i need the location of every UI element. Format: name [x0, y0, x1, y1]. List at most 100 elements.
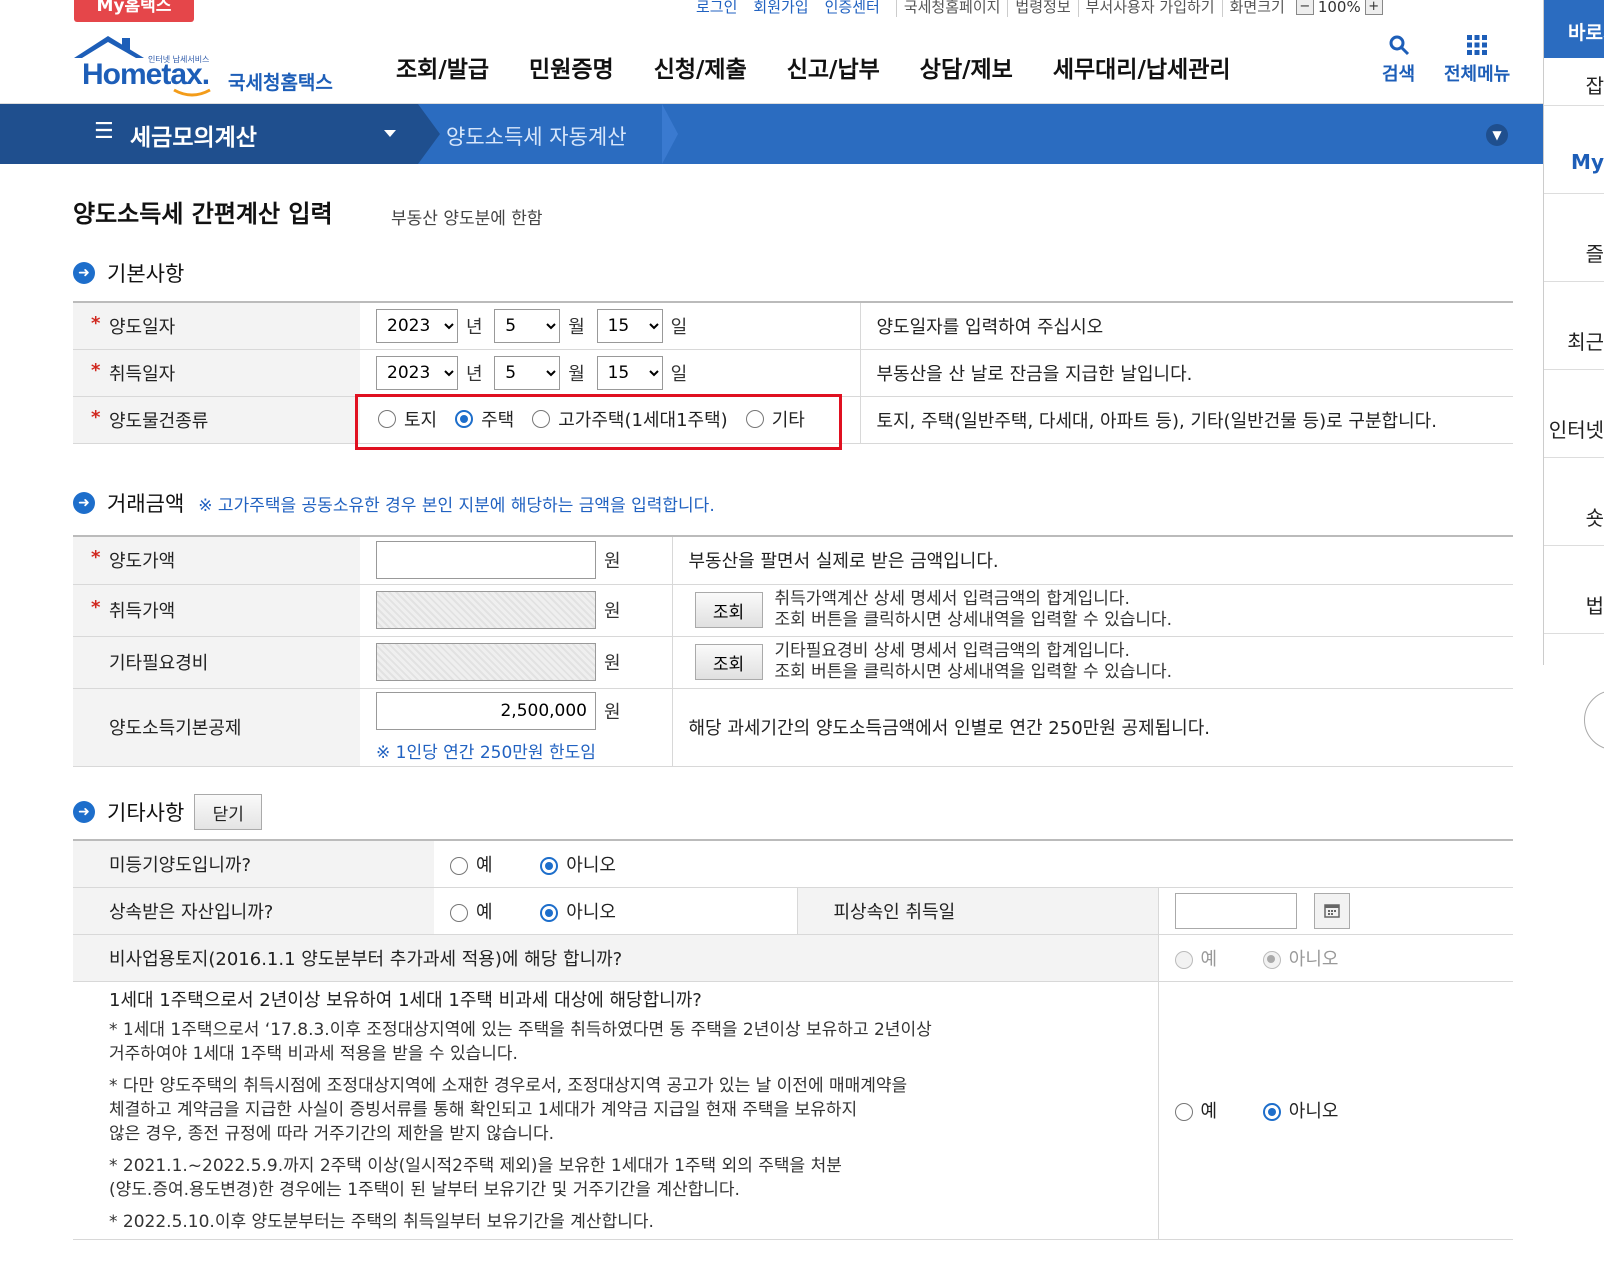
transfer-date-desc: 양도일자를 입력하여 주십시오 [860, 302, 1513, 350]
utility-bar: My홈택스 로그인 회원가입 인증센터 국세청홈페이지 법령정보 부서사용자 가… [0, 0, 1543, 22]
logo-korean-name: 국세청홈택스 [228, 72, 333, 94]
unregistered-yes-radio[interactable] [450, 856, 468, 875]
amount-table: * 양도가액 원 부동산을 팔면서 실제로 받은 금액입니다. * 취득가액 원 조… [73, 535, 1513, 767]
arrow-circle-icon: ➜ [73, 262, 95, 284]
breadcrumb-current[interactable]: 양도소득세 자동계산 [446, 121, 627, 151]
caret-down-icon [384, 130, 396, 137]
quick-link-item[interactable]: 즐 [1544, 194, 1604, 282]
other-expense-lookup-button[interactable]: 조회 [694, 644, 763, 680]
search-icon [1382, 34, 1415, 60]
acquire-date-row: * 취득일자 2023 년 5월 15 일 부동산을 산 날로 잔금을 지급한 날입니… [73, 349, 1513, 397]
close-section-button[interactable]: 닫기 [194, 794, 263, 830]
cert-center-link[interactable]: 인증센터 [825, 0, 880, 17]
inherited-no-radio[interactable] [540, 903, 559, 922]
quick-link-title: 바로가기 [1544, 0, 1604, 58]
acquire-date-desc: 부동산을 산 날로 잔금을 지급한 날입니다. [860, 349, 1513, 397]
amount-notice: ※ 고가주택을 공동소유한 경우 본인 지분에 해당하는 금액을 입력합니다. [198, 495, 715, 516]
gnb-report-pay[interactable]: 신고/납부 [787, 50, 880, 84]
chevron-down-icon[interactable]: ▼ [1486, 124, 1508, 146]
grid-menu-icon [1444, 34, 1510, 60]
acquire-price-input [376, 591, 596, 629]
hometax-logo[interactable]: 인터넷 납세서비스 Hometax. 국세청홈택스 [72, 32, 352, 97]
quick-link-item[interactable]: My [1544, 106, 1604, 194]
transfer-date-row: * 양도일자 2023 년 5월 15 일 양도일자를 입력하여 주십시오 [73, 302, 1513, 350]
page-title: 양도소득세 간편계산 입력 [73, 200, 333, 228]
signup-link[interactable]: 회원가입 [753, 0, 808, 17]
section-other-heading: ➜ 기타사항 닫기 [73, 794, 263, 830]
smile-accent-icon [173, 88, 211, 97]
quick-link-panel: 바로가기 잡 My 즐 최근 인터넷 숏 법 [1543, 0, 1604, 750]
basic-deduction-input[interactable] [376, 691, 596, 730]
non-business-land-row: 비사업용토지(2016.1.1 양도분부터 추가과세 적용)에 해당 합니까? … [73, 934, 1513, 982]
deduction-limit-note: ※ 1인당 연간 250만원 한도임 [376, 742, 596, 763]
unregistered-no-radio[interactable] [540, 856, 559, 875]
logo-wordmark: Hometax. [82, 58, 210, 91]
required-marker: * [91, 547, 101, 569]
menu-category-dropdown[interactable]: ☰ 세금모의계산 [0, 104, 440, 164]
inherited-yes-radio[interactable] [450, 903, 468, 922]
acquire-price-lookup-button[interactable]: 조회 [694, 592, 763, 628]
hamburger-icon: ☰ [94, 119, 114, 144]
nts-homepage-link[interactable]: 국세청홈페이지 [895, 0, 1008, 17]
basic-deduction-row: 양도소득기본공제 원 ※ 1인당 연간 250만원 한도임 해당 과세기간의 양… [73, 688, 1513, 767]
basic-deduction-desc: 해당 과세기간의 양도소득금액에서 인별로 연간 250만원 공제됩니다. [672, 688, 1513, 767]
quick-link-item[interactable]: 법 [1544, 546, 1604, 634]
gnb-apply-submit[interactable]: 신청/제출 [654, 50, 747, 84]
property-type-label: 양도물건종류 [109, 410, 209, 432]
menu-category-title: 세금모의계산 [130, 125, 257, 151]
transfer-price-row: * 양도가액 원 부동산을 팔면서 실제로 받은 금액입니다. [73, 536, 1513, 585]
section-amount-heading: ➜ 거래금액 ※ 고가주택을 공동소유한 경우 본인 지분에 해당하는 금액을 … [73, 488, 715, 518]
transfer-day-select[interactable]: 15 [596, 308, 663, 343]
one-house-notes: * 1세대 1주택으로서 ‘17.8.3.이후 조정대상지역에 있는 주택을 취… [109, 1019, 932, 1232]
gnb-civil-certificate[interactable]: 민원증명 [529, 50, 614, 84]
property-type-desc: 토지, 주택(일반주택, 다세대, 아파트 등), 기타(일반건물 등)로 구분… [860, 396, 1513, 444]
search-button[interactable]: 검색 [1382, 34, 1415, 86]
transfer-date-label: 양도일자 [109, 316, 176, 338]
zoom-out-button[interactable]: − [1295, 0, 1314, 15]
one-house-no-radio[interactable] [1262, 1103, 1281, 1121]
law-info-link[interactable]: 법령정보 [1007, 0, 1077, 17]
scroll-top-button[interactable] [1584, 690, 1604, 750]
quick-link-item[interactable]: 숏 [1544, 458, 1604, 546]
transfer-price-desc: 부동산을 팔면서 실제로 받은 금액입니다. [672, 536, 1513, 585]
acquire-year-select[interactable]: 2023 [376, 355, 458, 390]
arrow-circle-icon: ➜ [73, 492, 95, 514]
gnb-consult-report[interactable]: 상담/제보 [920, 50, 1013, 84]
non-business-no-radio [1262, 950, 1281, 969]
acquire-price-row: * 취득가액 원 조회취득가액계산 상세 명세서 입력금액의 합계입니다. 조회 버… [73, 584, 1513, 637]
transfer-month-select[interactable]: 5 [494, 308, 561, 343]
section-basic-heading: ➜ 기본사항 [73, 258, 184, 288]
my-hometax-tab[interactable]: My홈택스 [74, 0, 194, 22]
login-link[interactable]: 로그인 [696, 0, 737, 17]
utility-links: 로그인 회원가입 인증센터 국세청홈페이지 법령정보 부서사용자 가입하기 화면… [696, 0, 1387, 17]
zoom-value: 100% [1317, 0, 1361, 16]
quick-link-item[interactable]: 최근 [1544, 282, 1604, 370]
quick-link-item[interactable]: 잡 [1544, 58, 1604, 106]
one-house-yes-radio[interactable] [1174, 1103, 1193, 1121]
highlight-box [355, 394, 842, 450]
site-header: 인터넷 납세서비스 Hometax. 국세청홈택스 조회/발급 민원증명 신청/… [0, 22, 1543, 104]
required-marker: * [91, 312, 101, 334]
other-info-table: 미등기양도입니까? 예 아니오 상속받은 자산입니까? 예 아니오 피상속인 취… [73, 839, 1513, 1240]
inherited-row: 상속받은 자산입니까? 예 아니오 피상속인 취득일 [73, 887, 1513, 935]
breadcrumb-separator [662, 104, 678, 164]
acquire-month-select[interactable]: 5 [494, 355, 561, 390]
required-marker: * [91, 359, 101, 381]
one-house-row: 1세대 1주택으로서 2년이상 보유하여 1세대 1주택 비과세 대상에 해당합… [73, 981, 1513, 1240]
zoom-in-button[interactable]: + [1364, 0, 1383, 15]
screen-size-label: 화면크기 [1221, 0, 1292, 17]
acquire-day-select[interactable]: 15 [596, 355, 663, 390]
transfer-year-select[interactable]: 2023 [376, 308, 458, 343]
decedent-acquire-date-input[interactable] [1174, 892, 1297, 929]
decedent-acquire-date-label: 피상속인 취득일 [833, 901, 956, 923]
all-menu-button[interactable]: 전체메뉴 [1444, 34, 1510, 86]
transfer-price-input[interactable] [376, 541, 596, 580]
arrow-circle-icon: ➜ [73, 801, 95, 823]
gnb-tax-agent[interactable]: 세무대리/납세관리 [1053, 50, 1231, 84]
calendar-icon[interactable] [1314, 892, 1351, 929]
quick-link-item[interactable]: 인터넷 [1544, 370, 1604, 458]
breadcrumb-bar: ☰ 세금모의계산 양도소득세 자동계산 ▼ [0, 104, 1543, 164]
dept-user-signup-link[interactable]: 부서사용자 가입하기 [1077, 0, 1222, 17]
acquire-date-label: 취득일자 [109, 363, 176, 385]
gnb-inquiry-issue[interactable]: 조회/발급 [396, 50, 489, 84]
